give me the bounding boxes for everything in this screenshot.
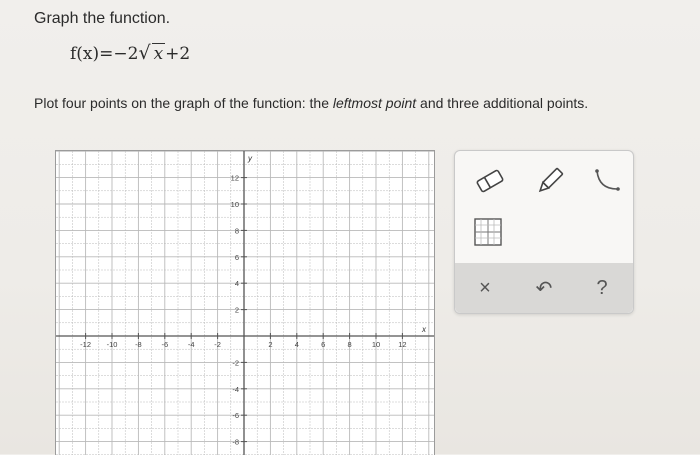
formula-coefficient: −2 [113, 44, 139, 64]
x-tick-label: 10 [372, 340, 380, 349]
clear-button[interactable]: × [470, 273, 500, 303]
x-tick-label: 12 [398, 340, 406, 349]
curve-tool[interactable] [591, 165, 625, 202]
pencil-icon [538, 167, 564, 193]
function-formula: f(x)= −2 √ x +2 [70, 42, 190, 64]
y-tick-label: -4 [232, 385, 239, 394]
action-bar: × ↶ ? [455, 263, 633, 313]
table-grid-icon [474, 218, 502, 246]
instruction-emphasis: leftmost point [332, 95, 417, 111]
instruction-text: Plot four points on the graph of the fun… [34, 95, 588, 111]
y-tick-label: 12 [231, 174, 239, 183]
x-tick-label: -12 [80, 340, 91, 349]
y-tick-label: -2 [232, 358, 239, 367]
x-tick-label: -4 [188, 340, 195, 349]
x-tick-label: 2 [268, 340, 272, 349]
x-tick-label: 8 [348, 340, 352, 349]
formula-lhs: f(x)= [70, 44, 114, 64]
curve-tool-icon [595, 169, 620, 191]
instruction-part: and three additional points. [416, 95, 589, 111]
x-tick-label: 6 [321, 340, 325, 349]
undo-button[interactable]: ↶ [529, 273, 559, 303]
x-tick-label: -10 [107, 340, 118, 349]
radical-sign-icon: √ [138, 42, 151, 64]
help-button[interactable]: ? [587, 273, 617, 303]
y-tick-label: 6 [235, 253, 239, 262]
coordinate-grid[interactable]: x y -12 -10 -8 -6 -4 -2 2 4 6 8 10 12 12 10 8 6 4 2 -2 -4 -6 -8 [56, 151, 434, 455]
y-tick-label: 10 [231, 200, 239, 209]
y-tick-label: -8 [232, 438, 239, 447]
y-axis-label: y [247, 154, 253, 163]
formula-radicand: x [151, 43, 166, 64]
x-axis-label: x [421, 325, 427, 334]
y-tick-label: 4 [235, 279, 239, 288]
x-tick-label: 4 [295, 340, 299, 349]
eraser-tool[interactable] [473, 166, 507, 201]
tool-panel: × ↶ ? [454, 150, 634, 314]
x-tick-label: -2 [214, 340, 221, 349]
formula-tail: +2 [165, 44, 191, 64]
instruction-part: Plot four points on the graph of the fun… [34, 95, 333, 111]
table-tool[interactable] [473, 217, 503, 252]
y-tick-label: -6 [232, 411, 239, 420]
x-tick-label: -8 [135, 340, 142, 349]
y-tick-label: 8 [235, 226, 239, 235]
pencil-tool[interactable] [533, 164, 567, 203]
question-title: Graph the function. [34, 10, 171, 27]
graph-area[interactable]: x y -12 -10 -8 -6 -4 -2 2 4 6 8 10 12 12 10 8 6 4 2 -2 -4 -6 -8 [55, 150, 435, 455]
x-tick-label: -6 [161, 340, 168, 349]
y-tick-label: 2 [235, 306, 239, 315]
eraser-icon [476, 169, 504, 193]
